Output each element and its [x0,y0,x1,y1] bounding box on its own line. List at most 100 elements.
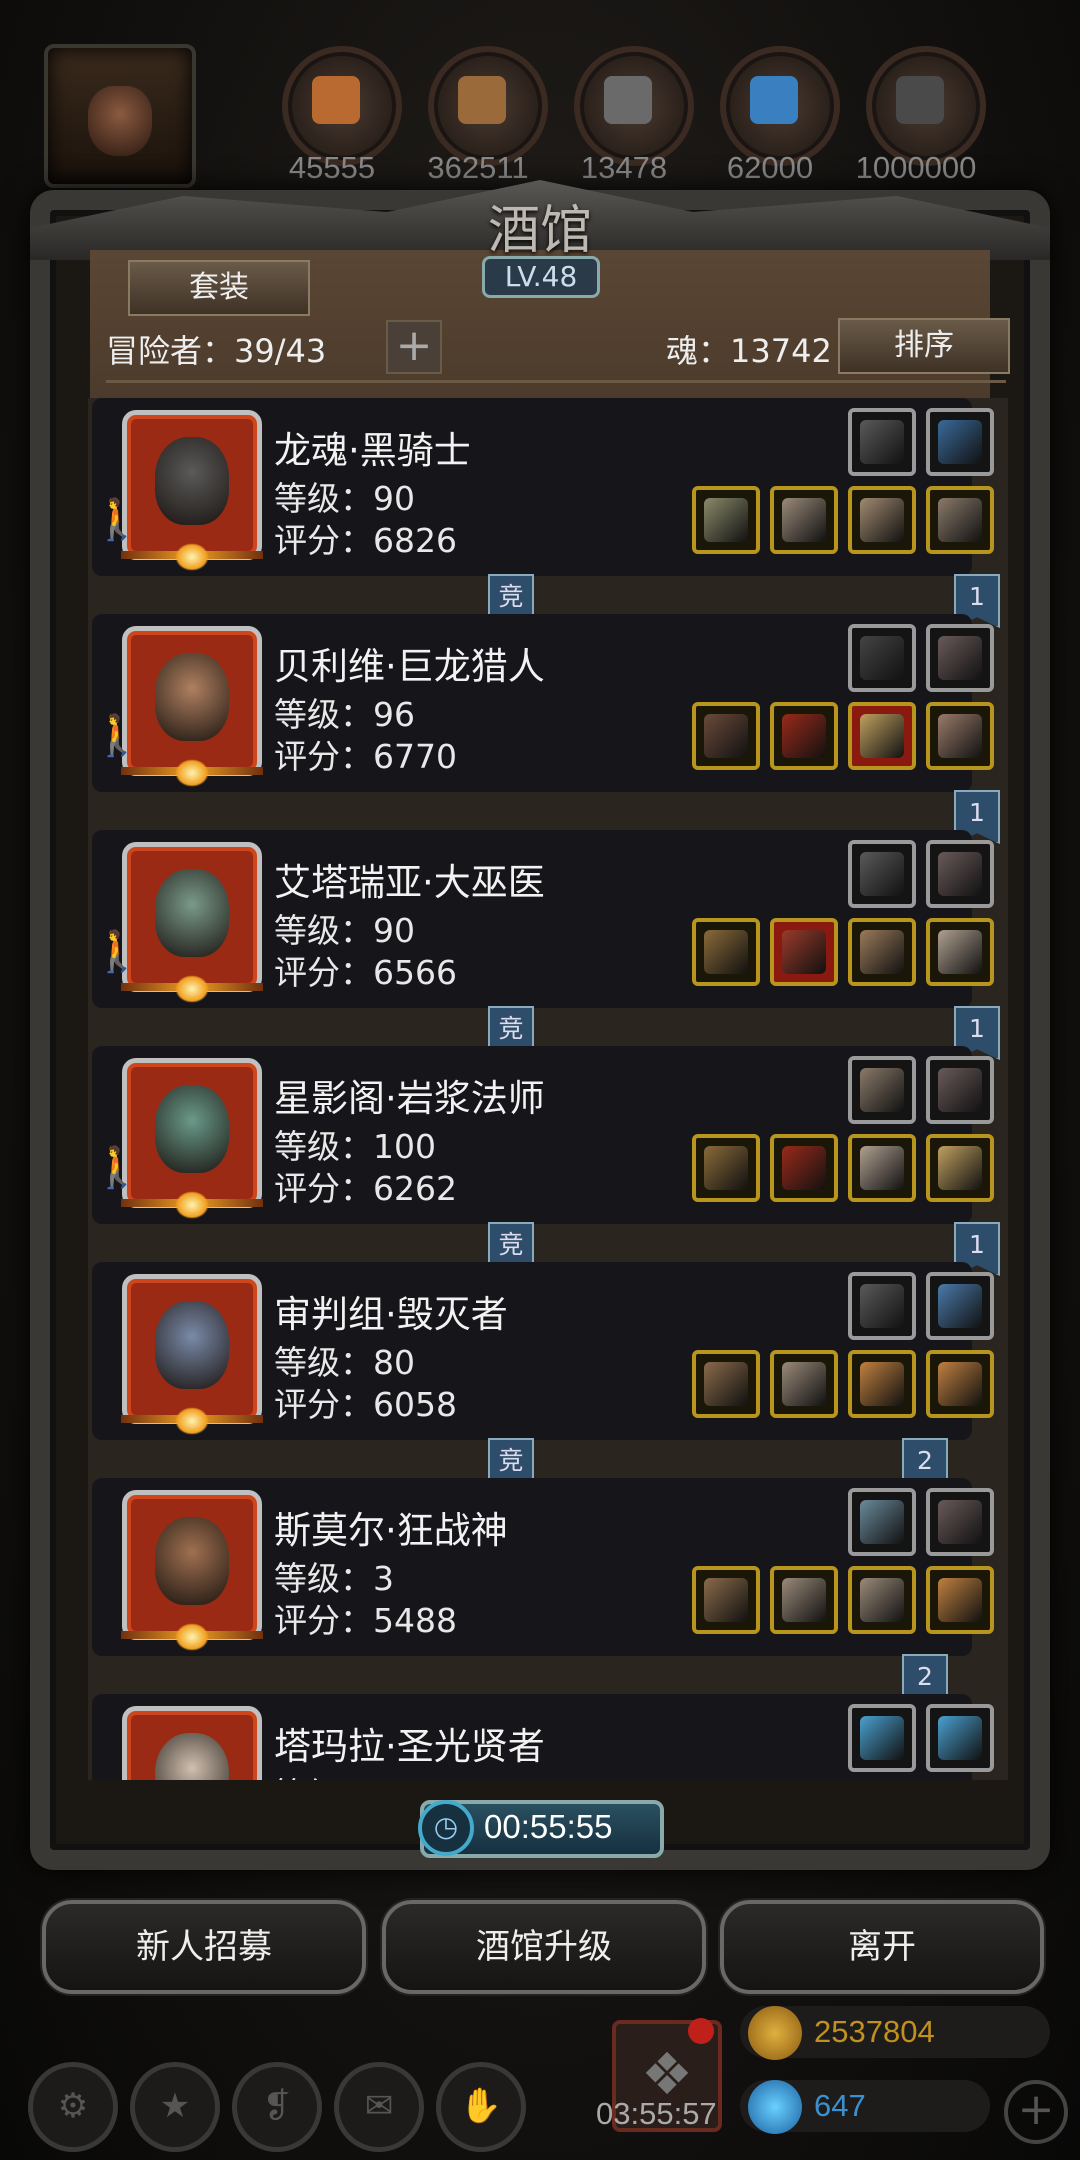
frost-boots-icon[interactable] [848,1704,916,1772]
axe-icon[interactable] [692,1566,760,1634]
item-glyph [704,714,748,758]
item-glyph [704,1362,748,1406]
hero-card[interactable]: 🚶 龙魂·黑骑士 等级：90 评分：6826 [92,398,994,576]
iron-icon[interactable] [574,46,694,166]
item-glyph [860,1146,904,1190]
staff-icon[interactable] [692,1134,760,1202]
hero-card[interactable]: 斯莫尔·狂战神 等级：3 评分：5488 [92,1478,994,1656]
boots-icon[interactable] [848,918,916,986]
armor-icon[interactable] [770,1350,838,1418]
scroll-icon[interactable]: ❡ [232,2062,322,2152]
hero-face [155,1301,229,1389]
skull-mask-icon[interactable] [848,486,916,554]
necklace-icon[interactable] [926,1134,994,1202]
staff-icon[interactable] [692,918,760,986]
meat-icon[interactable] [282,46,402,166]
item-glyph [938,1284,982,1328]
boots-icon[interactable] [926,702,994,770]
shield-icon[interactable] [848,1056,916,1124]
add-currency-button[interactable]: + [1004,2080,1068,2144]
ring-icon[interactable] [848,1350,916,1418]
frost-boots-icon[interactable] [926,1704,994,1772]
hero-portrait[interactable] [122,1706,262,1780]
ore-icon[interactable] [866,46,986,166]
star-icon[interactable]: ★ [130,2062,220,2152]
rifle-icon[interactable] [692,702,760,770]
player-avatar[interactable] [44,44,196,188]
item-glyph [704,498,748,542]
spear-icon[interactable] [692,486,760,554]
handshake-icon[interactable]: ✋ [436,2062,526,2152]
feather-icon[interactable] [926,1056,994,1124]
crystal-icon[interactable] [720,46,840,166]
walking-icon: 🚶 [92,929,142,975]
header-divider [106,380,1006,383]
item-glyph [938,1362,982,1406]
moon-icon [175,975,209,1003]
armor-icon[interactable] [770,486,838,554]
item-glyph [704,930,748,974]
hero-level: 等级：96 [274,695,415,734]
resource-value: 45555 [288,150,376,185]
bracer-icon[interactable] [848,1566,916,1634]
sort-button[interactable]: 排序 [838,318,1010,374]
hero-face [155,869,229,957]
hero-face [155,653,229,741]
hero-card[interactable]: 🚶 艾塔瑞亚·大巫医 等级：90 评分：6566 [92,830,994,1008]
hero-portrait[interactable] [121,410,263,571]
helmet-icon[interactable] [926,486,994,554]
amulet-icon[interactable] [926,1272,994,1340]
hero-portrait[interactable] [121,1274,263,1435]
feather-icon[interactable] [926,624,994,692]
hero-card[interactable]: 🚶 星影阁·岩浆法师 等级：100 评分：6262 [92,1046,994,1224]
vest-icon[interactable] [848,1134,916,1202]
leave-button[interactable]: 离开 [720,1900,1044,1994]
emblem-icon[interactable] [848,1488,916,1556]
hero-card[interactable]: 审判组·毁灭者 等级：80 评分：6058 [92,1262,994,1440]
wood-icon[interactable] [428,46,548,166]
mail-icon[interactable]: ✉ [334,2062,424,2152]
set-button[interactable]: 套装 [128,260,310,316]
upgrade-tavern-button[interactable]: 酒馆升级 [382,1900,706,1994]
bow-icon[interactable] [926,408,994,476]
hero-list[interactable]: 🚶 龙魂·黑骑士 等级：90 评分：6826 竞 1 🚶 贝利维·巨龙猎人 等级：96 评分：67… [88,398,1008,1780]
hero-portrait[interactable] [121,626,263,787]
add-slot-button[interactable]: + [386,320,442,374]
item-glyph [938,1068,982,1112]
gem-value: 647 [814,2088,866,2123]
gold-icon [748,2006,802,2060]
hero-score: 评分：5488 [274,1601,457,1640]
hero-card[interactable]: 塔玛拉·圣光贤者等级 [92,1694,994,1780]
item-glyph [782,714,826,758]
helm-wing-icon[interactable] [848,408,916,476]
feather-icon[interactable] [926,840,994,908]
ring-icon[interactable] [926,1566,994,1634]
hero-score: 评分：6058 [274,1385,457,1424]
ring-shield-icon[interactable] [848,702,916,770]
soul-count: 魂：13742 [666,332,832,370]
vest-icon[interactable] [926,918,994,986]
item-glyph [860,1716,904,1760]
item-glyph [938,636,982,680]
item-glyph [860,1500,904,1544]
feather-icon[interactable] [926,1488,994,1556]
robe-icon[interactable] [770,918,838,986]
hero-card[interactable]: 🚶 贝利维·巨龙猎人 等级：96 评分：6770 [92,614,994,792]
recruit-button[interactable]: 新人招募 [42,1900,366,1994]
item-glyph [782,1146,826,1190]
armor-icon[interactable] [770,1566,838,1634]
hero-portrait[interactable] [121,1058,263,1219]
hero-portrait[interactable] [121,1490,263,1651]
gauntlet-icon[interactable] [848,624,916,692]
settings-icon[interactable]: ⚙ [28,2062,118,2152]
cloak-icon[interactable] [770,702,838,770]
feather-icon[interactable] [848,840,916,908]
cloak-icon[interactable] [770,1134,838,1202]
hero-portrait[interactable] [121,842,263,1003]
hero-face [155,1085,229,1173]
hero-level: 等级：100 [274,1127,436,1166]
gauntlet-icon[interactable] [848,1272,916,1340]
ring-icon[interactable] [926,1350,994,1418]
gold-display: 2537804 [740,2006,1050,2060]
axe-icon[interactable] [692,1350,760,1418]
